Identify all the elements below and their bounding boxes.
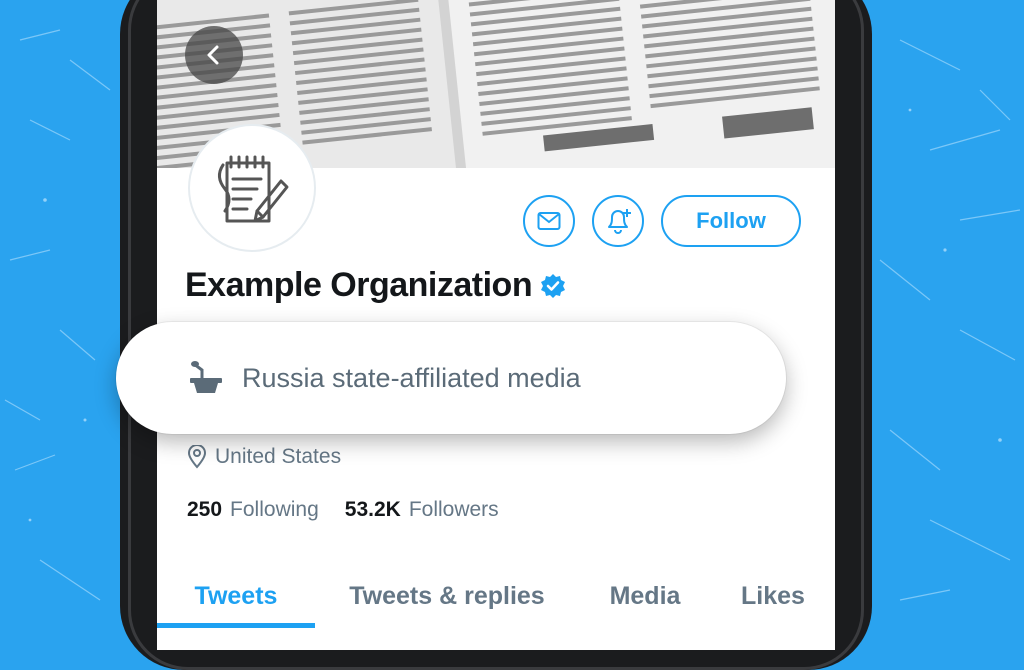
podium-icon xyxy=(190,361,222,393)
tab-likes[interactable]: Likes xyxy=(723,568,823,624)
state-media-label-card[interactable]: Russia state-affiliated media xyxy=(116,322,786,434)
active-tab-indicator xyxy=(157,623,315,628)
notepad-pen-icon xyxy=(218,155,289,223)
bell-plus-icon xyxy=(608,209,631,234)
back-button[interactable] xyxy=(185,26,243,84)
followers-label: Followers xyxy=(408,498,499,521)
envelope-icon xyxy=(537,212,561,230)
tab-media[interactable]: Media xyxy=(585,568,705,624)
notifications-button[interactable] xyxy=(592,195,644,247)
avatar[interactable] xyxy=(190,126,314,250)
tab-tweets[interactable]: Tweets xyxy=(157,568,315,624)
profile-name: Example Organization xyxy=(185,266,533,304)
profile-stats: 250 Following 53.2K Followers xyxy=(187,498,499,522)
following-label: Following xyxy=(230,498,319,521)
message-button[interactable] xyxy=(523,195,575,247)
follow-button[interactable]: Follow xyxy=(661,195,801,247)
followers-stat[interactable]: 53.2K Followers xyxy=(345,498,499,522)
following-count: 250 xyxy=(187,498,223,521)
verified-badge-icon xyxy=(540,273,566,299)
following-stat[interactable]: 250 Following xyxy=(187,498,319,522)
map-pin-icon xyxy=(187,445,207,469)
location-text: United States xyxy=(215,445,342,468)
profile-tabs: Tweets Tweets & replies Media Likes xyxy=(157,568,835,630)
chevron-left-icon xyxy=(207,45,219,65)
tab-tweets-replies[interactable]: Tweets & replies xyxy=(327,568,567,624)
profile-name-row: Example Organization xyxy=(185,266,566,305)
state-media-label-text: Russia state-affiliated media xyxy=(242,362,581,393)
followers-count: 53.2K xyxy=(344,498,401,521)
profile-location: United States xyxy=(187,445,341,469)
